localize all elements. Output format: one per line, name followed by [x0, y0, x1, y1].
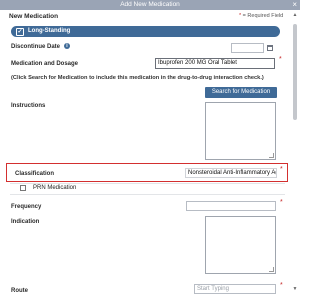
divider [10, 194, 285, 195]
required-star: * [280, 282, 283, 289]
classification-input[interactable]: Nonsteroidal Anti-Inflammatory Ag [185, 168, 277, 178]
search-hint-text: (Click Search for Medication to include … [11, 75, 264, 81]
search-medication-button[interactable]: Search for Medication [205, 87, 277, 98]
frequency-label: Frequency [11, 204, 42, 210]
route-label: Route [11, 288, 28, 294]
resize-grip-icon[interactable] [269, 267, 274, 272]
route-input[interactable]: Start Typing [194, 284, 276, 294]
required-star: * [280, 199, 283, 206]
instructions-label: Instructions [11, 103, 46, 109]
scroll-up-icon[interactable]: ▲ [292, 12, 298, 18]
discontinue-date-input[interactable] [231, 43, 264, 53]
indication-label: Indication [11, 219, 40, 225]
calendar-icon[interactable] [267, 45, 273, 51]
instructions-textarea[interactable] [205, 102, 276, 160]
resize-grip-icon[interactable] [269, 153, 274, 158]
route-placeholder: Start Typing [197, 286, 229, 292]
long-standing-label: Long-Standing [28, 28, 71, 34]
scroll-down-icon[interactable]: ▼ [292, 286, 298, 292]
required-note-text: = Required Field [242, 13, 284, 19]
divider [10, 183, 285, 184]
window-titlebar: Add New Medication × [0, 0, 300, 10]
vertical-scrollbar[interactable]: ▲ ▼ [292, 12, 298, 292]
frequency-input[interactable] [186, 201, 276, 211]
info-icon[interactable]: i [64, 43, 70, 49]
section-title: New Medication [9, 13, 59, 20]
medication-dosage-label: Medication and Dosage [11, 61, 79, 67]
prn-label: PRN Medication [33, 185, 77, 191]
prn-checkbox[interactable] [20, 185, 26, 191]
required-field-note: * = Required Field [239, 13, 283, 19]
required-star: * [280, 166, 283, 173]
close-icon[interactable]: × [292, 0, 297, 10]
required-star: * [239, 13, 242, 19]
medication-dosage-input[interactable]: Ibuprofen 200 MG Oral Tablet [155, 58, 275, 69]
check-icon: ✓ [16, 28, 24, 36]
scrollbar-thumb[interactable] [293, 24, 297, 120]
discontinue-date-label: Discontinue Date [11, 44, 61, 50]
indication-textarea[interactable] [205, 216, 276, 274]
classification-label: Classification [15, 171, 55, 177]
long-standing-toggle[interactable]: ✓ Long-Standing [11, 26, 280, 37]
window-title: Add New Medication [120, 1, 180, 8]
required-star: * [279, 56, 282, 63]
